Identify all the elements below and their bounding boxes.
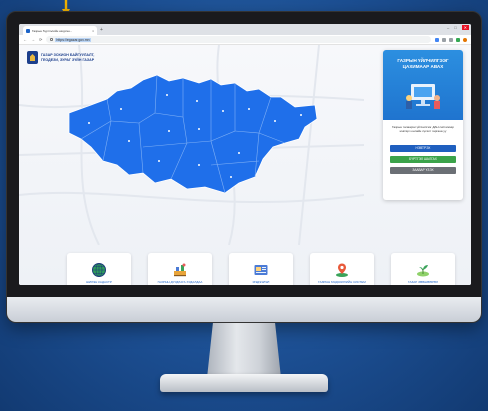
map-country-shape[interactable]: [68, 74, 318, 194]
service-tile-land-info[interactable]: ГАЗРЫН МЭДЭЭЛЛИЙН СИСТЕМ: [310, 253, 374, 285]
monitor-chin: [7, 297, 481, 322]
service-tile-land-permit[interactable]: ГАЗАР ЗӨВШӨӨРӨЛ: [391, 253, 455, 285]
favicon-icon: [26, 28, 30, 33]
service-tiles: ШИЛЭН КАДАСТР ГАЗРЫН ДУУДЛАГА ХУДАЛДАА М…: [67, 253, 455, 285]
card-body: Газрын талаархи үйлчилгээг ДАН системээр…: [383, 120, 463, 179]
extension-icons: [435, 37, 467, 42]
maximize-button[interactable]: □: [454, 25, 456, 30]
tab-bar: Газрын бүртгэлийн нэгдсэн... × + – □ ✕: [19, 24, 471, 35]
emblem-icon: [27, 51, 38, 64]
monitor: Газрын бүртгэлийн нэгдсэн... × + – □ ✕ ←…: [6, 11, 482, 323]
card-header: ГАЗРЫН ҮЙЛЧИЛГЭЭГ ЦАХИМААР АВАХ: [383, 50, 463, 120]
extension-icon[interactable]: [449, 37, 453, 42]
service-tile-news[interactable]: МЭДЭЭЛЭЛ: [229, 253, 293, 285]
service-tile-cadastre[interactable]: ШИЛЭН КАДАСТР: [67, 253, 131, 285]
extension-icon[interactable]: [435, 37, 439, 42]
tab-close-icon[interactable]: ×: [92, 29, 94, 33]
card-title: ГАЗРЫН ҮЙЛЧИЛГЭЭГ ЦАХИМААР АВАХ: [397, 58, 449, 69]
globe-icon: [92, 262, 106, 277]
monitor-stand-neck: [207, 323, 281, 378]
view-guide-button[interactable]: ЗААВАР ҮЗЭХ: [390, 167, 456, 174]
back-icon[interactable]: ←: [23, 37, 27, 42]
reload-icon[interactable]: ⟳: [39, 37, 42, 42]
auction-icon: [174, 263, 186, 276]
close-window-button[interactable]: ✕: [461, 25, 469, 30]
web-page: ГАЗАР ЗОХИОН БАЙГУУЛАЛТ, ГЕОДЕЗИ, ЗУРАГ …: [19, 45, 471, 285]
url-field[interactable]: https://egazar.gov.mn: [46, 36, 431, 43]
land-permit-icon: [417, 264, 429, 277]
mongolia-map: [68, 74, 318, 194]
extension-icon[interactable]: [456, 37, 460, 42]
service-label: МЭДЭЭЛЭЛ: [252, 279, 270, 284]
new-tab-button[interactable]: +: [100, 26, 103, 35]
window-controls: – □ ✕: [447, 25, 469, 30]
e-service-card: ГАЗРЫН ҮЙЛЧИЛГЭЭГ ЦАХИМААР АВАХ Газрын т…: [383, 50, 463, 200]
service-label: ГАЗРЫН МЭДЭЭЛЛИЙН СИСТЕМ: [318, 279, 366, 284]
forward-icon[interactable]: →: [31, 37, 35, 42]
address-bar: ← → ⟳ https://egazar.gov.mn: [19, 35, 471, 45]
lock-icon: [50, 38, 54, 41]
url-text: https://egazar.gov.mn: [55, 37, 91, 42]
logo-line-1: ГАЗАР ЗОХИОН БАЙГУУЛАЛТ,: [41, 53, 95, 58]
service-label: ГАЗАР ЗӨВШӨӨРӨЛ: [408, 279, 438, 284]
browser-window: Газрын бүртгэлийн нэгдсэн... × + – □ ✕ ←…: [19, 24, 471, 285]
browser-tab[interactable]: Газрын бүртгэлийн нэгдсэн... ×: [23, 26, 97, 35]
card-description: Газрын талаархи үйлчилгээг ДАН системээр…: [392, 125, 454, 133]
tab-title: Газрын бүртгэлийн нэгдсэн...: [32, 28, 73, 33]
profile-icon[interactable]: [463, 37, 467, 42]
news-icon: [254, 264, 268, 275]
check-registration-button[interactable]: БҮРТГЭЛ ШАЛГАХ: [390, 156, 456, 163]
extension-icon[interactable]: [442, 37, 446, 42]
online-service-illustration-icon: [406, 84, 440, 109]
location-pin-icon: [336, 263, 348, 277]
service-label: ГАЗРЫН ДУУДЛАГА ХУДАЛДАА: [157, 279, 203, 284]
login-button[interactable]: НЭВТРЭХ: [390, 145, 456, 152]
minimize-button[interactable]: –: [447, 25, 449, 30]
service-tile-auction[interactable]: ГАЗРЫН ДУУДЛАГА ХУДАЛДАА: [148, 253, 212, 285]
monitor-stand-base: [160, 374, 328, 392]
service-label: ШИЛЭН КАДАСТР: [86, 279, 112, 284]
